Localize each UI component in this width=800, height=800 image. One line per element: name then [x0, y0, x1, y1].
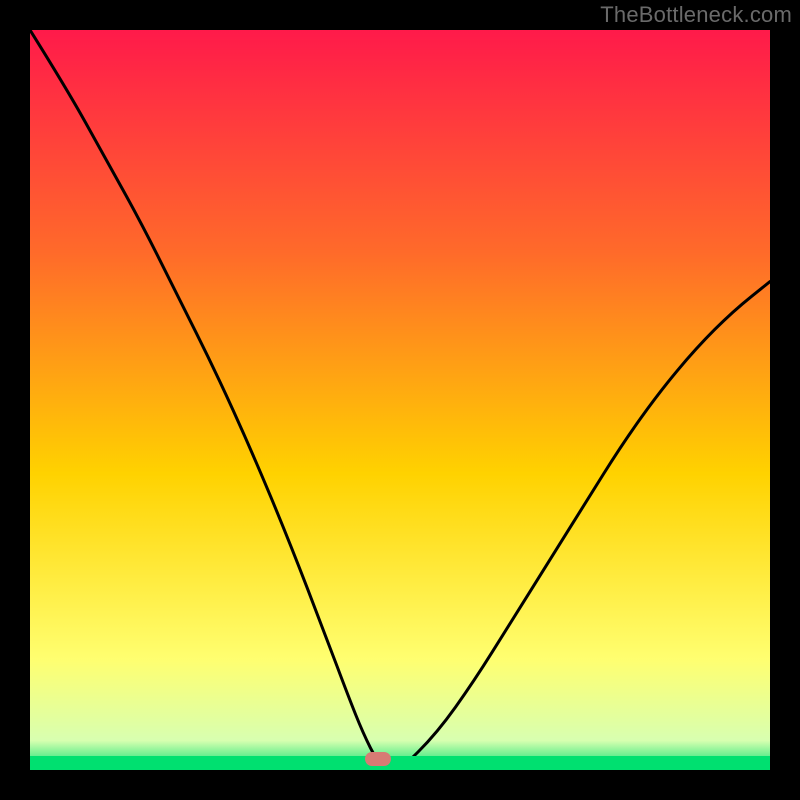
plot-area: [30, 30, 770, 770]
chart-frame: TheBottleneck.com: [0, 0, 800, 800]
optimal-point-marker: [365, 752, 391, 766]
watermark-text: TheBottleneck.com: [600, 2, 792, 28]
gradient-plot-svg: [30, 30, 770, 770]
axis-baseline-strip: [30, 756, 770, 770]
gradient-background: [30, 30, 770, 770]
